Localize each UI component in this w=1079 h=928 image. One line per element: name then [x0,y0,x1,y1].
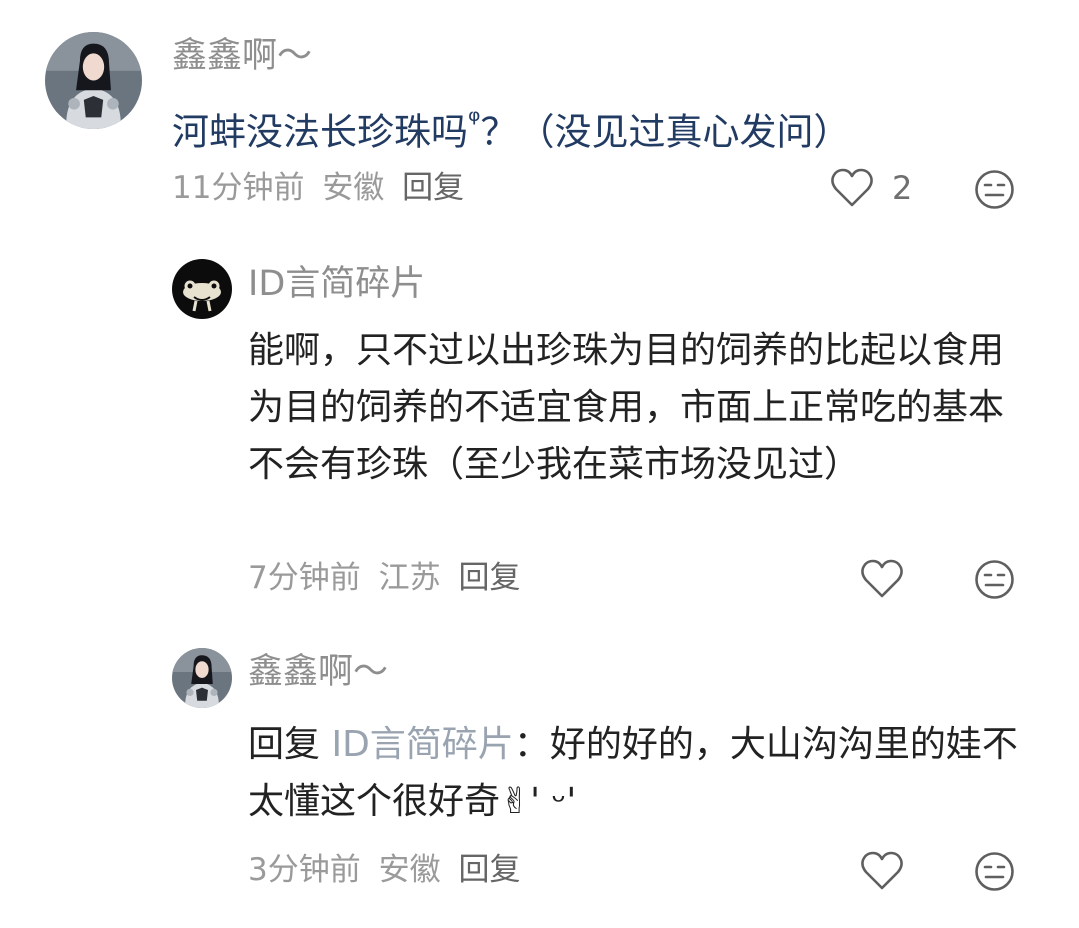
like-button[interactable]: 2 [830,168,912,208]
username[interactable]: 鑫鑫啊～ [248,651,388,693]
heart-icon [861,851,903,890]
location: 安徽 [378,852,441,888]
like-count: 2 [892,169,913,207]
username[interactable]: 鑫鑫啊～ [172,35,312,77]
neutral-face-icon [975,560,1014,599]
comment-text-main: 河蚌没法长珍珠吗 [172,110,468,154]
username[interactable]: ID言简碎片 [248,263,425,305]
neutral-face-icon [975,852,1014,891]
reaction-button[interactable] [974,169,1015,210]
avatar[interactable] [45,32,142,129]
timestamp: 11分钟前 [172,170,305,206]
like-button[interactable] [860,851,904,891]
reaction-button[interactable] [974,851,1015,892]
location: 江苏 [378,560,441,596]
mention-link[interactable]: ID言简碎片 [331,724,513,765]
reply-button[interactable]: 回复 [458,852,520,888]
colon: ： [513,724,550,765]
timestamp: 7分钟前 [248,560,361,596]
location: 安徽 [322,170,385,206]
comment-text: 能啊，只不过以出珍珠为目的饲养的比起以食用为目的饲养的不适宜食用，市面上正常吃的… [248,330,1005,485]
search-icon[interactable]: ᵠ [468,104,480,139]
reply-button[interactable]: 回复 [402,170,464,206]
comment-meta: 11分钟前 安徽 回复 [172,170,464,207]
like-button[interactable] [860,559,904,599]
reply-button[interactable]: 回复 [458,560,520,596]
avatar[interactable] [172,648,232,708]
reaction-button[interactable] [974,559,1015,600]
comment-text: 河蚌没法长珍珠吗ᵠ？（没见过真心发问） [172,104,850,155]
timestamp: 3分钟前 [248,852,361,888]
comment-meta: 7分钟前 江苏 回复 [248,560,520,597]
heart-icon [861,559,903,598]
comment-text: 回复 ID言简碎片：好的好的，大山沟沟里的娃不太懂这个很好奇✌' ᵕ' [248,716,1038,830]
reply-prefix: 回复 [248,724,321,765]
heart-icon [831,168,873,207]
neutral-face-icon [975,170,1014,209]
comment-meta: 3分钟前 安徽 回复 [248,852,520,889]
avatar[interactable] [172,259,232,319]
comment-text-suffix: ？（没见过真心发问） [480,110,851,154]
